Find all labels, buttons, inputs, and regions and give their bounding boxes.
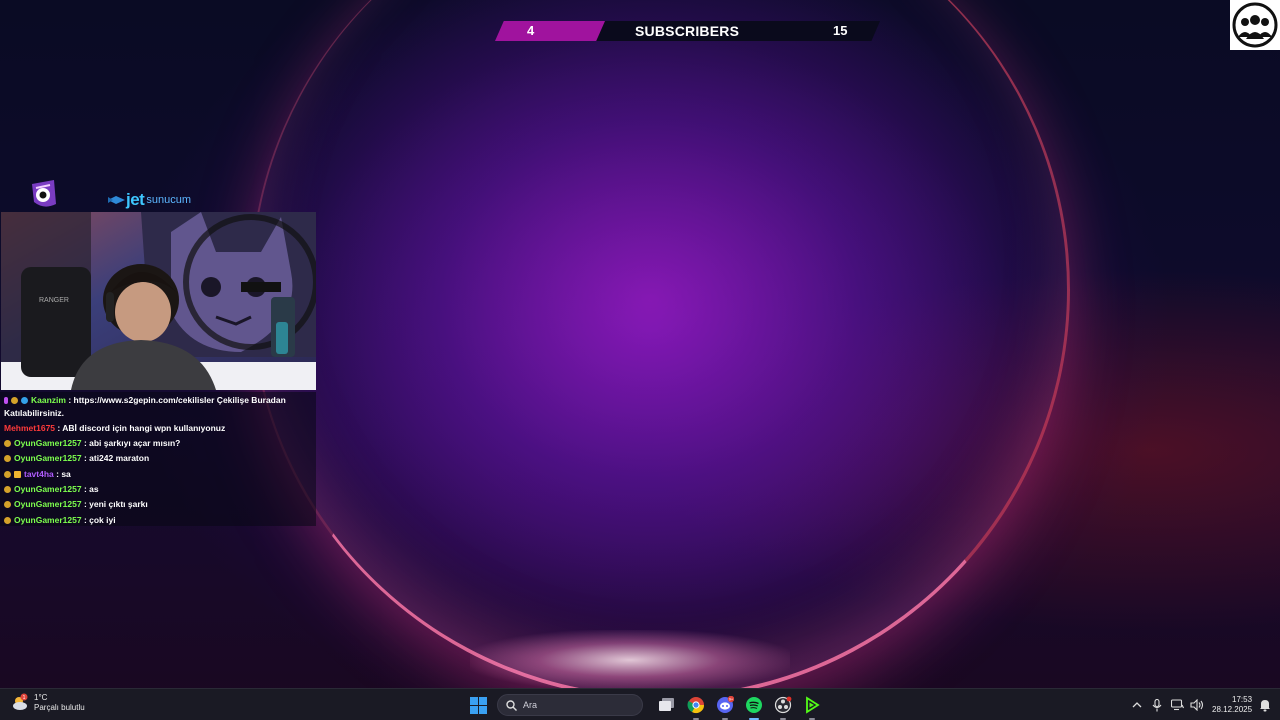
chat-text: çok iyi xyxy=(89,514,116,525)
wallpaper-orb xyxy=(250,0,1070,700)
weather-description: Parçalı bulutlu xyxy=(34,703,85,712)
chat-message: OyunGamer1257 : as xyxy=(4,483,312,496)
stream-chat: Kaanzim : https://www.s2gepin.com/cekili… xyxy=(0,392,316,526)
brand-sub-text: sunucum xyxy=(146,194,191,206)
spotify-icon[interactable] xyxy=(742,693,766,720)
chat-message: OyunGamer1257 : abi şarkıyı açar mısın? xyxy=(4,437,312,450)
obs-icon[interactable] xyxy=(771,693,795,720)
chat-username: OyunGamer1257 xyxy=(14,438,82,449)
taskbar-search-input[interactable]: Ara xyxy=(497,694,643,716)
verified-badge-icon xyxy=(21,397,28,404)
windows-start-icon[interactable] xyxy=(466,693,490,717)
weather-temperature: 1°C xyxy=(34,693,48,702)
subscriber-current-count: 4 xyxy=(495,21,605,41)
community-logo-icon xyxy=(1230,0,1280,50)
subscriber-goal-bar: 4 SUBSCRIBERS 15 xyxy=(495,21,880,41)
chat-message: Mehmet1675 : ABİ discord için hangi wpn … xyxy=(4,422,226,433)
chat-username: Kaanzim xyxy=(31,395,66,405)
chrome-icon[interactable] xyxy=(684,693,708,720)
task-view-icon[interactable] xyxy=(655,693,679,717)
clock-date: 28.12.2025 xyxy=(1212,705,1253,714)
sub-badge-icon xyxy=(11,397,18,404)
chevron-up-icon[interactable] xyxy=(1130,698,1144,712)
mic-badge-icon xyxy=(4,397,8,404)
search-icon xyxy=(506,699,517,711)
subscriber-bar-title: SUBSCRIBERS xyxy=(635,23,740,39)
mascot-icon xyxy=(28,178,60,210)
chat-text: ati242 maraton xyxy=(89,453,150,464)
sub-badge-icon xyxy=(4,440,11,448)
chat-username: OyunGamer1257 xyxy=(14,453,82,464)
chat-text: sa xyxy=(61,468,71,479)
svg-text:RANGER: RANGER xyxy=(39,297,69,304)
chat-username: OyunGamer1257 xyxy=(14,483,82,494)
chat-text: abi şarkıyı açar mısın? xyxy=(89,438,181,449)
volume-icon[interactable] xyxy=(1190,698,1204,712)
rocket-icon xyxy=(108,196,125,204)
brand-jet-text: jet xyxy=(126,190,145,209)
discord-icon[interactable]: 9+ xyxy=(713,693,737,720)
wallpaper-glow xyxy=(470,630,790,690)
chat-username: OyunGamer1257 xyxy=(14,499,82,510)
streamlabs-icon[interactable] xyxy=(800,693,824,720)
notification-icon[interactable] xyxy=(1258,698,1272,712)
sub-badge-icon xyxy=(4,455,11,463)
network-icon[interactable] xyxy=(1170,698,1184,712)
taskbar: 1 1°C Parçalı bulutlu Ara 9+ 17:53 28.12… xyxy=(0,688,1280,720)
sub-badge-icon xyxy=(4,516,11,524)
gift-badge-icon xyxy=(14,470,21,478)
sub-badge-icon xyxy=(4,470,11,478)
discord-notification-badge: 9+ xyxy=(729,697,734,702)
clock-time: 17:53 xyxy=(1232,695,1253,704)
chat-message: OyunGamer1257 : çok iyi xyxy=(4,514,312,527)
chat-username: OyunGamer1257 xyxy=(14,514,82,525)
cloudy-weather-icon: 1 xyxy=(10,693,30,713)
sub-badge-icon xyxy=(4,501,11,509)
weather-alert-badge: 1 xyxy=(23,695,26,701)
chat-message: Kaanzim : https://www.s2gepin.com/cekili… xyxy=(4,395,286,418)
microphone-icon[interactable] xyxy=(1150,698,1164,712)
sponsor-logo: jet sunucum xyxy=(108,190,191,210)
chat-text: as xyxy=(89,483,99,494)
weather-widget[interactable]: 1 1°C Parçalı bulutlu xyxy=(10,693,85,713)
chat-username: tavt4ha xyxy=(24,468,54,479)
search-placeholder: Ara xyxy=(523,700,538,710)
webcam-feed: RANGER xyxy=(1,212,316,390)
chat-username: Mehmet1675 xyxy=(4,422,56,433)
system-tray: 17:53 28.12.2025 xyxy=(1130,693,1278,717)
sub-badge-icon xyxy=(4,485,11,493)
chat-text: yeni çıktı şarkı xyxy=(89,499,148,510)
chat-message: OyunGamer1257 : ati242 maraton xyxy=(4,452,312,465)
chat-text: ABİ discord için hangi wpn kullanıyonuz xyxy=(62,422,226,433)
subscriber-goal-count: 15 xyxy=(833,23,848,38)
taskbar-clock[interactable]: 17:53 28.12.2025 xyxy=(1212,695,1252,715)
chat-message: OyunGamer1257 : yeni çıktı şarkı xyxy=(4,498,312,511)
chat-message: tavt4ha : sa xyxy=(4,468,312,481)
